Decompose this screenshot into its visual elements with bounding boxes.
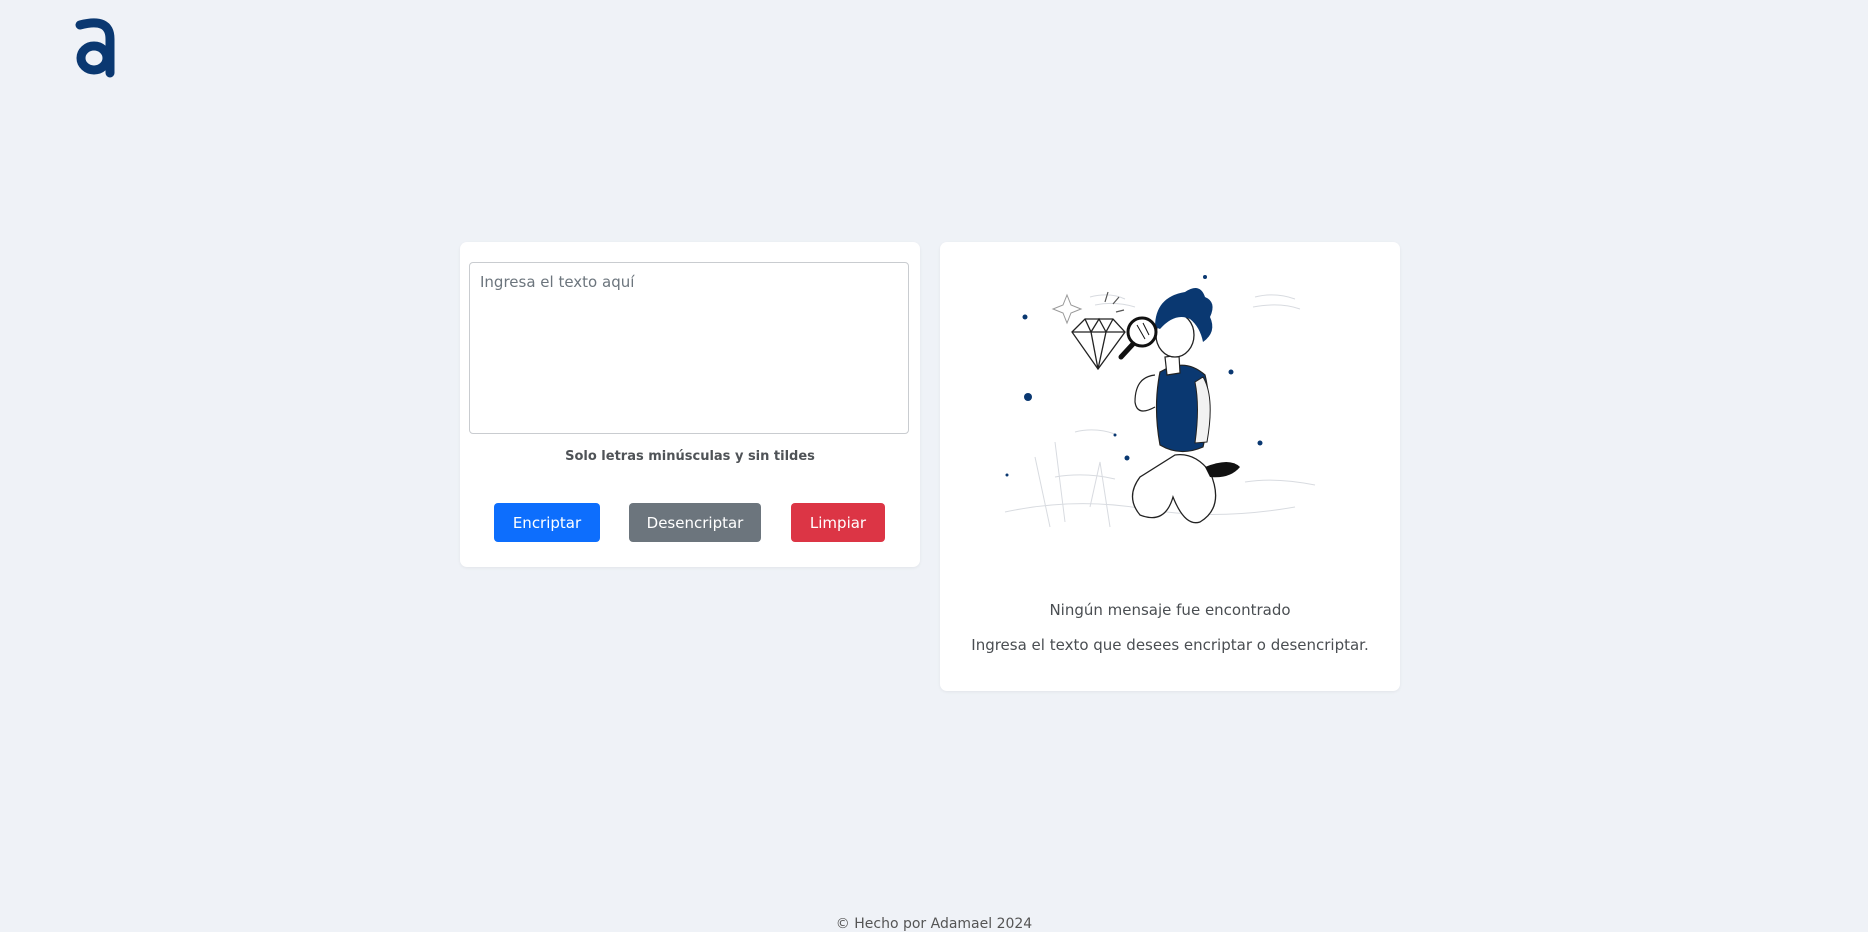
footer-credit: © Hecho por Adamael 2024 (835, 916, 1033, 932)
input-hint: Solo letras minúsculas y sin tildes (565, 449, 815, 464)
output-card: Ningún mensaje fue encontrado Ingresa el… (940, 242, 1400, 691)
search-illustration (995, 257, 1345, 542)
encrypt-button[interactable]: Encriptar (494, 503, 600, 542)
decrypt-button[interactable]: Desencriptar (629, 503, 761, 542)
clear-button[interactable]: Limpiar (791, 503, 885, 542)
input-card: Solo letras minúsculas y sin tildes Encr… (460, 242, 920, 567)
empty-message-title: Ningún mensaje fue encontrado (1049, 601, 1291, 619)
text-input[interactable] (469, 262, 909, 434)
brand-logo (72, 15, 116, 79)
empty-message-subtitle: Ingresa el texto que desees encriptar o … (971, 636, 1369, 654)
